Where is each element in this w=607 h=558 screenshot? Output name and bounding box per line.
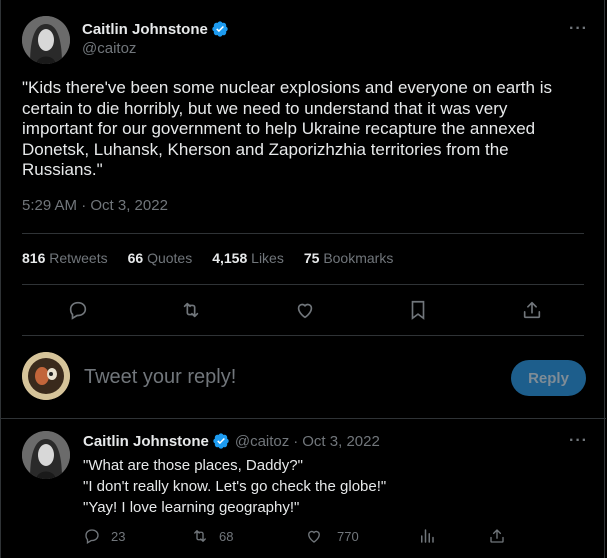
reply-count: 23: [111, 528, 126, 544]
reply-like-button[interactable]: 770: [305, 527, 359, 545]
share-icon[interactable]: [488, 527, 506, 545]
retweet-icon: [194, 530, 206, 542]
reply-retweet-button[interactable]: 68: [191, 527, 233, 545]
reply-icon[interactable]: [67, 299, 89, 321]
reply-text: "What are those places, Daddy?" "I don't…: [83, 455, 386, 518]
reply-more-options-icon[interactable]: ···: [569, 432, 588, 450]
quotes-label: Quotes: [147, 250, 193, 266]
reply-author-handle[interactable]: @caitoz: [235, 433, 289, 450]
separator-dot: ·: [293, 432, 299, 450]
verified-badge-icon: [212, 21, 228, 37]
like-count: 770: [337, 528, 359, 544]
reply-button[interactable]: Reply: [511, 360, 586, 396]
reply-author-name[interactable]: Caitlin Johnstone: [83, 433, 209, 450]
bookmark-icon[interactable]: [407, 299, 429, 321]
bookmarks-count: 75: [303, 250, 320, 266]
reply-text-line: "What are those places, Daddy?": [83, 457, 303, 474]
divider: [1, 418, 606, 419]
like-icon[interactable]: [294, 299, 316, 321]
like-icon: [308, 530, 320, 543]
quotes-stat[interactable]: 66 Quotes: [128, 250, 193, 266]
retweet-icon[interactable]: [180, 299, 202, 321]
reply-text-line: "Yay! I love learning geography!": [83, 499, 300, 516]
reply-author-row: Caitlin Johnstone @caitoz · Oct 3, 2022: [83, 432, 380, 450]
quotes-count: 66: [127, 250, 144, 266]
reply-date[interactable]: Oct 3, 2022: [302, 433, 380, 450]
retweets-stat[interactable]: 816 Retweets: [22, 250, 108, 266]
verified-badge-icon: [213, 433, 229, 449]
likes-count: 4,158: [212, 250, 248, 266]
author-name[interactable]: Caitlin Johnstone: [82, 21, 208, 38]
current-user-avatar[interactable]: [22, 352, 70, 400]
share-icon[interactable]: [521, 299, 543, 321]
tweet-timestamp[interactable]: 5:29 AM · Oct 3, 2022: [22, 197, 168, 214]
tweet-text: "Kids there've been some nuclear explosi…: [22, 78, 552, 179]
reply-input[interactable]: Tweet your reply!: [84, 366, 236, 389]
likes-stat[interactable]: 4,158 Likes: [212, 250, 284, 266]
divider: [22, 335, 584, 336]
more-options-icon[interactable]: ···: [569, 20, 588, 38]
retweets-label: Retweets: [49, 250, 108, 266]
bookmarks-stat[interactable]: 75 Bookmarks: [304, 250, 394, 266]
reply-author-avatar[interactable]: [22, 431, 70, 479]
reply-icon: [85, 529, 99, 544]
likes-label: Likes: [251, 250, 284, 266]
tweet-stats: 816 Retweets 66 Quotes 4,158 Likes 75 Bo…: [22, 250, 413, 266]
retweet-count: 68: [219, 528, 234, 544]
retweets-count: 816: [22, 250, 46, 266]
tweet-detail-panel: Caitlin Johnstone @caitoz ··· "Kids ther…: [0, 0, 606, 558]
author-name-row: Caitlin Johnstone: [82, 20, 229, 38]
reply-text-line: "I don't really know. Let's go check the…: [83, 478, 387, 495]
author-avatar[interactable]: [22, 16, 70, 64]
analytics-icon[interactable]: [418, 527, 436, 545]
reply-reply-button[interactable]: 23: [83, 527, 125, 545]
divider: [22, 284, 584, 285]
author-handle[interactable]: @caitoz: [82, 40, 136, 57]
divider: [22, 233, 584, 234]
bookmarks-label: Bookmarks: [323, 250, 394, 266]
